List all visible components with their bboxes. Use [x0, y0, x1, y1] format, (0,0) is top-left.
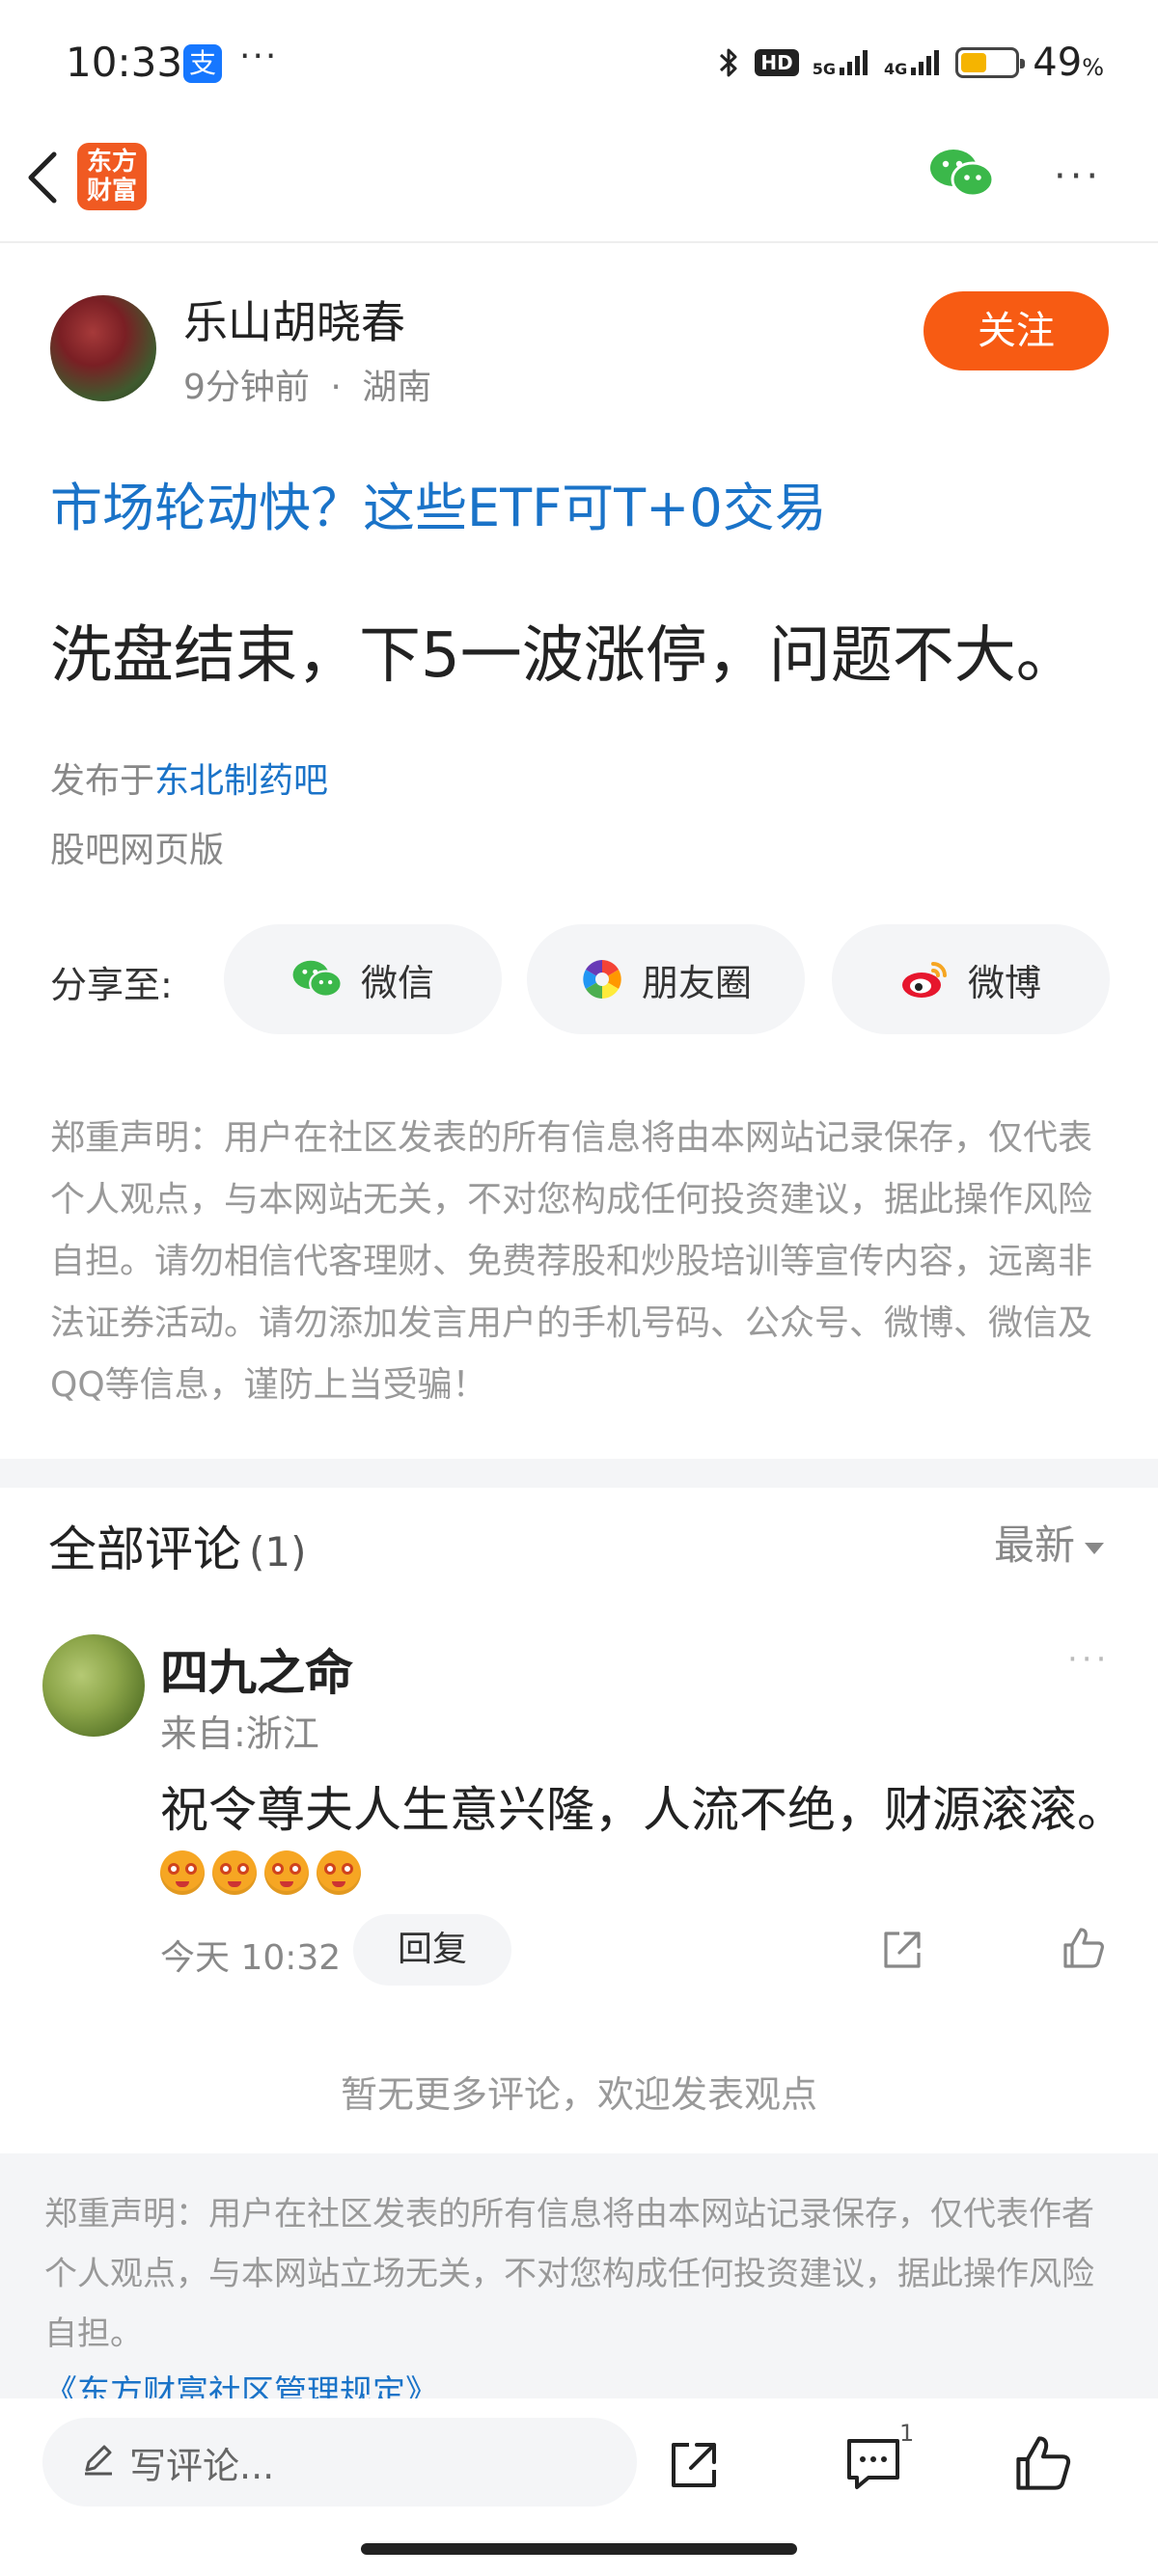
blush-emoji-icon	[160, 1850, 205, 1895]
app-logo[interactable]: 东方 财富	[77, 143, 147, 210]
commenter-name[interactable]: 四九之命	[160, 1634, 353, 1704]
battery-icon	[955, 47, 1026, 78]
author-avatar[interactable]	[50, 295, 156, 401]
weibo-icon	[900, 958, 951, 1000]
header-divider	[0, 241, 1158, 243]
logo-line-2: 财富	[86, 177, 137, 206]
status-time: 10:33	[66, 39, 183, 86]
write-comment-placeholder: 写评论...	[129, 2444, 275, 2487]
sort-dropdown[interactable]: 最新	[994, 1513, 1105, 1572]
share-icon[interactable]	[666, 2437, 722, 2493]
share-wechat-button[interactable]: 微信	[224, 924, 502, 1034]
more-options-icon[interactable]: ···	[1054, 154, 1102, 199]
published-prefix: 发布于	[50, 761, 155, 801]
signal-4g-icon: 4G	[884, 48, 942, 77]
reply-button[interactable]: 回复	[353, 1914, 511, 1986]
signal-5g-icon: 5G	[813, 48, 870, 77]
section-divider	[0, 1459, 1158, 1488]
bar-link[interactable]: 东北制药吧	[154, 761, 328, 801]
net-5g-label: 5G	[812, 60, 837, 78]
status-icons: HD 5G 4G 49%	[716, 41, 1104, 85]
like-icon[interactable]	[1013, 2433, 1073, 2493]
share-wechat-label: 微信	[360, 961, 434, 1004]
disclaimer-text: 郑重声明：用户在社区发表的所有信息将由本网站记录保存，仅代表个人观点，与本网站无…	[50, 1118, 1093, 1405]
share-comment-icon[interactable]	[880, 1928, 924, 1972]
no-more-comments: 暂无更多评论，欢迎发表观点	[340, 2073, 817, 2116]
commenter-avatar[interactable]	[42, 1634, 145, 1737]
blush-emoji-icon	[212, 1850, 257, 1895]
write-comment-input[interactable]: 写评论...	[42, 2418, 637, 2507]
blush-emoji-icon	[317, 1850, 361, 1895]
share-moments-label: 朋友圈	[641, 961, 752, 1004]
author-meta: 9分钟前 · 湖南	[183, 359, 431, 409]
status-bar: 10:33 支 ··· HD 5G 4G 49%	[0, 0, 1158, 125]
share-weibo-label: 微博	[967, 961, 1041, 1004]
moments-icon	[580, 957, 624, 1001]
back-button[interactable]	[19, 143, 68, 210]
wechat-share-icon[interactable]	[928, 147, 996, 201]
like-comment-icon[interactable]	[1062, 1926, 1106, 1970]
share-label: 分享至:	[50, 964, 173, 1006]
follow-button[interactable]: 关注	[924, 291, 1109, 370]
battery-fill	[961, 53, 987, 72]
bluetooth-icon	[716, 45, 741, 80]
author-location: 湖南	[362, 368, 432, 407]
comment-text: 祝令尊夫人生意兴隆，人流不绝，财源滚滚。	[160, 1782, 1125, 1838]
more-notifications-icon: ···	[239, 37, 279, 76]
battery-percent: 49%	[1033, 41, 1104, 85]
pencil-icon	[81, 2441, 116, 2484]
home-indicator[interactable]	[361, 2543, 797, 2555]
post-body: 洗盘结束，下5一波涨停，问题不大。	[50, 620, 1078, 692]
comments-count: (1)	[249, 1528, 307, 1576]
alipay-notification-icon: 支	[183, 44, 222, 83]
post-source: 股吧网页版	[50, 831, 225, 870]
share-moments-button[interactable]: 朋友圈	[527, 924, 805, 1034]
commenter-location: 来自:浙江	[160, 1713, 319, 1755]
comments-title: 全部评论	[48, 1521, 241, 1577]
promo-headline-link[interactable]: 市场轮动快？这些ETF可T+0交易	[50, 465, 827, 541]
published-in: 发布于东北制药吧	[50, 753, 328, 803]
comment-emojis	[160, 1850, 361, 1895]
post-time: 9分钟前	[183, 368, 310, 407]
comments-icon[interactable]	[843, 2435, 903, 2493]
logo-line-1: 东方	[86, 148, 137, 177]
meta-separator: ·	[330, 368, 342, 407]
comment-time: 今天 10:32	[160, 1938, 342, 1978]
share-weibo-button[interactable]: 微博	[832, 924, 1110, 1034]
net-4g-label: 4G	[884, 60, 908, 78]
blush-emoji-icon	[264, 1850, 309, 1895]
comment-count-badge: 1	[899, 2420, 915, 2447]
author-name[interactable]: 乐山胡晓春	[183, 288, 405, 351]
wechat-icon	[291, 958, 344, 1000]
comments-heading: 全部评论 (1)	[48, 1511, 307, 1580]
caret-down-icon	[1085, 1542, 1105, 1554]
sort-label: 最新	[994, 1521, 1076, 1569]
footer-disclaimer: 郑重声明：用户在社区发表的所有信息将由本网站记录保存，仅代表作者个人观点，与本网…	[44, 2195, 1094, 2353]
comment-more-icon[interactable]: ···	[1067, 1640, 1110, 1679]
hd-voice-icon: HD	[755, 49, 799, 76]
